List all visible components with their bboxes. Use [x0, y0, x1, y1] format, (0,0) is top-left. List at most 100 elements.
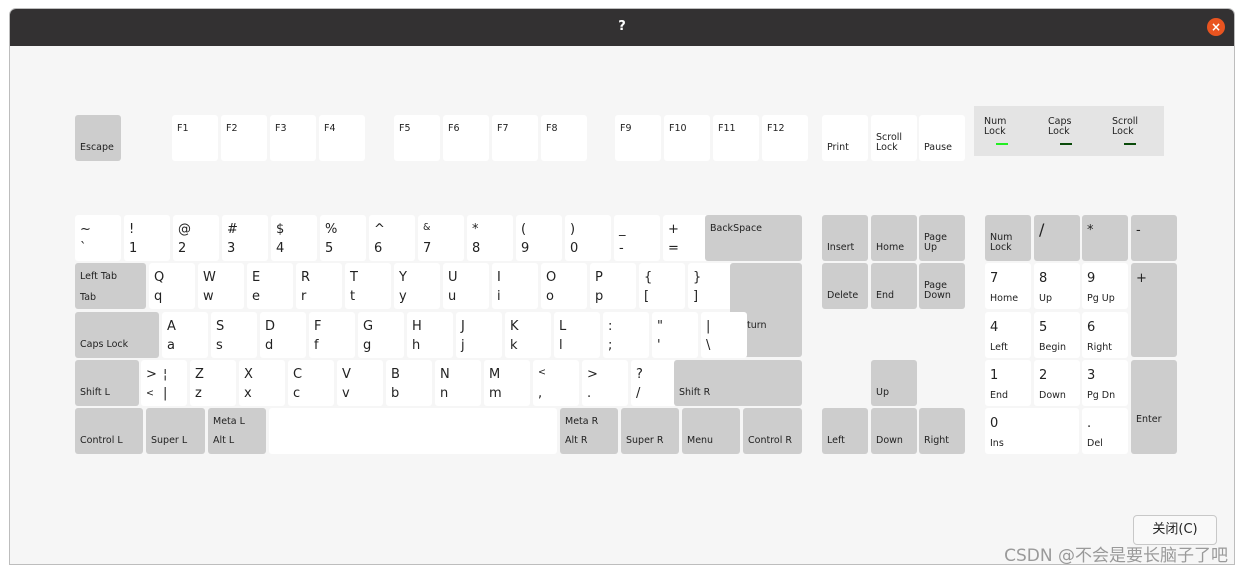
key-space[interactable] — [269, 408, 557, 454]
key-backspace[interactable]: BackSpace — [705, 215, 802, 261]
key-number-row[interactable]: _ - — [614, 215, 660, 261]
key-number-row[interactable]: ~ ` — [75, 215, 121, 261]
key-letter[interactable]: Nn — [435, 360, 481, 406]
key-super-right[interactable]: Super R — [621, 408, 679, 454]
key-letter[interactable]: }] — [688, 263, 734, 309]
key-letter[interactable]: Hh — [407, 312, 453, 358]
key-letter[interactable]: Gg — [358, 312, 404, 358]
key-shift-left[interactable]: Shift L — [75, 360, 139, 406]
key-f11[interactable]: F11 — [713, 115, 759, 161]
key-kp-6[interactable]: 6 Right — [1082, 312, 1128, 358]
key-letter[interactable]: Ss — [211, 312, 257, 358]
key-f3[interactable]: F3 — [270, 115, 316, 161]
key-kp-1[interactable]: 1 End — [985, 360, 1031, 406]
key-escape[interactable]: Escape — [75, 115, 121, 161]
key-letter[interactable]: Oo — [541, 263, 587, 309]
key-letter[interactable]: <, — [533, 360, 579, 406]
close-window-icon[interactable]: × — [1207, 18, 1225, 36]
key-print[interactable]: Print — [822, 115, 868, 161]
key-kp-enter[interactable]: Enter — [1131, 360, 1177, 454]
key-letter[interactable]: ? / — [631, 360, 677, 406]
key-page-up[interactable]: Page Up — [919, 215, 965, 261]
key-alt-right[interactable]: Meta R Alt R — [560, 408, 618, 454]
key-letter[interactable]: Ee — [247, 263, 293, 309]
key-caps-lock[interactable]: Caps Lock — [75, 312, 159, 358]
key-menu[interactable]: Menu — [682, 408, 740, 454]
key-kp-7[interactable]: 7 Home — [985, 263, 1031, 309]
key-letter[interactable]: Ll — [554, 312, 600, 358]
key-kp-9[interactable]: 9 Pg Up — [1082, 263, 1128, 309]
key-kp-0[interactable]: 0 Ins — [985, 408, 1079, 454]
key-letter[interactable]: Pp — [590, 263, 636, 309]
key-letter[interactable]: Mm — [484, 360, 530, 406]
key-scroll-lock[interactable]: Scroll Lock — [871, 115, 917, 161]
key-number-row[interactable]: % 5 — [320, 215, 366, 261]
key-letter[interactable]: Cc — [288, 360, 334, 406]
key-letter[interactable]: Jj — [456, 312, 502, 358]
key-kp-divide[interactable]: / — [1034, 215, 1080, 261]
key-pause[interactable]: Pause — [919, 115, 965, 161]
key-letter[interactable]: :; — [603, 312, 649, 358]
key-letter[interactable]: Yy — [394, 263, 440, 309]
key-f1[interactable]: F1 — [172, 115, 218, 161]
key-home[interactable]: Home — [871, 215, 917, 261]
key-letter[interactable]: >. — [582, 360, 628, 406]
key-f2[interactable]: F2 — [221, 115, 267, 161]
key-letter[interactable]: Zz — [190, 360, 236, 406]
key-letter[interactable]: | \ — [701, 312, 747, 358]
key-f9[interactable]: F9 — [615, 115, 661, 161]
key-tab[interactable]: Left Tab Tab — [75, 263, 146, 309]
key-f6[interactable]: F6 — [443, 115, 489, 161]
key-kp-multiply[interactable]: * — [1082, 215, 1128, 261]
key-control-right[interactable]: Control R — [743, 408, 802, 454]
key-up[interactable]: Up — [871, 360, 917, 406]
key-kp-5[interactable]: 5 Begin — [1034, 312, 1080, 358]
key-letter[interactable]: Uu — [443, 263, 489, 309]
key-letter[interactable]: Ii — [492, 263, 538, 309]
key-page-down[interactable]: Page Down — [919, 263, 965, 309]
key-f12[interactable]: F12 — [762, 115, 808, 161]
key-num-lock[interactable]: Num Lock — [985, 215, 1031, 261]
key-letter[interactable]: Ff — [309, 312, 355, 358]
key-letter[interactable]: " ' — [652, 312, 698, 358]
key-delete[interactable]: Delete — [822, 263, 868, 309]
key-f10[interactable]: F10 — [664, 115, 710, 161]
key-kp-4[interactable]: 4 Left — [985, 312, 1031, 358]
key-number-row[interactable]: $4 — [271, 215, 317, 261]
key-kp-decimal[interactable]: . Del — [1082, 408, 1128, 454]
key-letter[interactable]: Aa — [162, 312, 208, 358]
key-down[interactable]: Down — [871, 408, 917, 454]
key-shift-right[interactable]: Shift R — [674, 360, 802, 406]
key-letter[interactable]: Xx — [239, 360, 285, 406]
key-left[interactable]: Left — [822, 408, 868, 454]
key-kp-3[interactable]: 3 Pg Dn — [1082, 360, 1128, 406]
key-letter[interactable]: Ww — [198, 263, 244, 309]
key-number-row[interactable]: (9 — [516, 215, 562, 261]
key-f7[interactable]: F7 — [492, 115, 538, 161]
key-iso-less-greater[interactable]: > ¦ < | — [141, 360, 187, 406]
key-number-row[interactable]: ! 1 — [124, 215, 170, 261]
key-kp-8[interactable]: 8 Up — [1034, 263, 1080, 309]
key-insert[interactable]: Insert — [822, 215, 868, 261]
key-letter[interactable]: Tt — [345, 263, 391, 309]
key-number-row[interactable]: ^ 6 — [369, 215, 415, 261]
key-number-row[interactable]: + = — [663, 215, 709, 261]
key-letter[interactable]: Kk — [505, 312, 551, 358]
key-number-row[interactable]: & 7 — [418, 215, 464, 261]
key-kp-minus[interactable]: - — [1131, 215, 1177, 261]
key-letter[interactable]: Qq — [149, 263, 195, 309]
key-kp-plus[interactable]: + — [1131, 263, 1177, 357]
key-number-row[interactable]: ) 0 — [565, 215, 611, 261]
key-number-row[interactable]: * 8 — [467, 215, 513, 261]
key-number-row[interactable]: @2 — [173, 215, 219, 261]
key-letter[interactable]: Dd — [260, 312, 306, 358]
key-f5[interactable]: F5 — [394, 115, 440, 161]
key-number-row[interactable]: #3 — [222, 215, 268, 261]
key-kp-2[interactable]: 2 Down — [1034, 360, 1080, 406]
key-right[interactable]: Right — [919, 408, 965, 454]
key-letter[interactable]: Vv — [337, 360, 383, 406]
key-super-left[interactable]: Super L — [146, 408, 205, 454]
key-control-left[interactable]: Control L — [75, 408, 143, 454]
key-f8[interactable]: F8 — [541, 115, 587, 161]
key-letter[interactable]: {[ — [639, 263, 685, 309]
